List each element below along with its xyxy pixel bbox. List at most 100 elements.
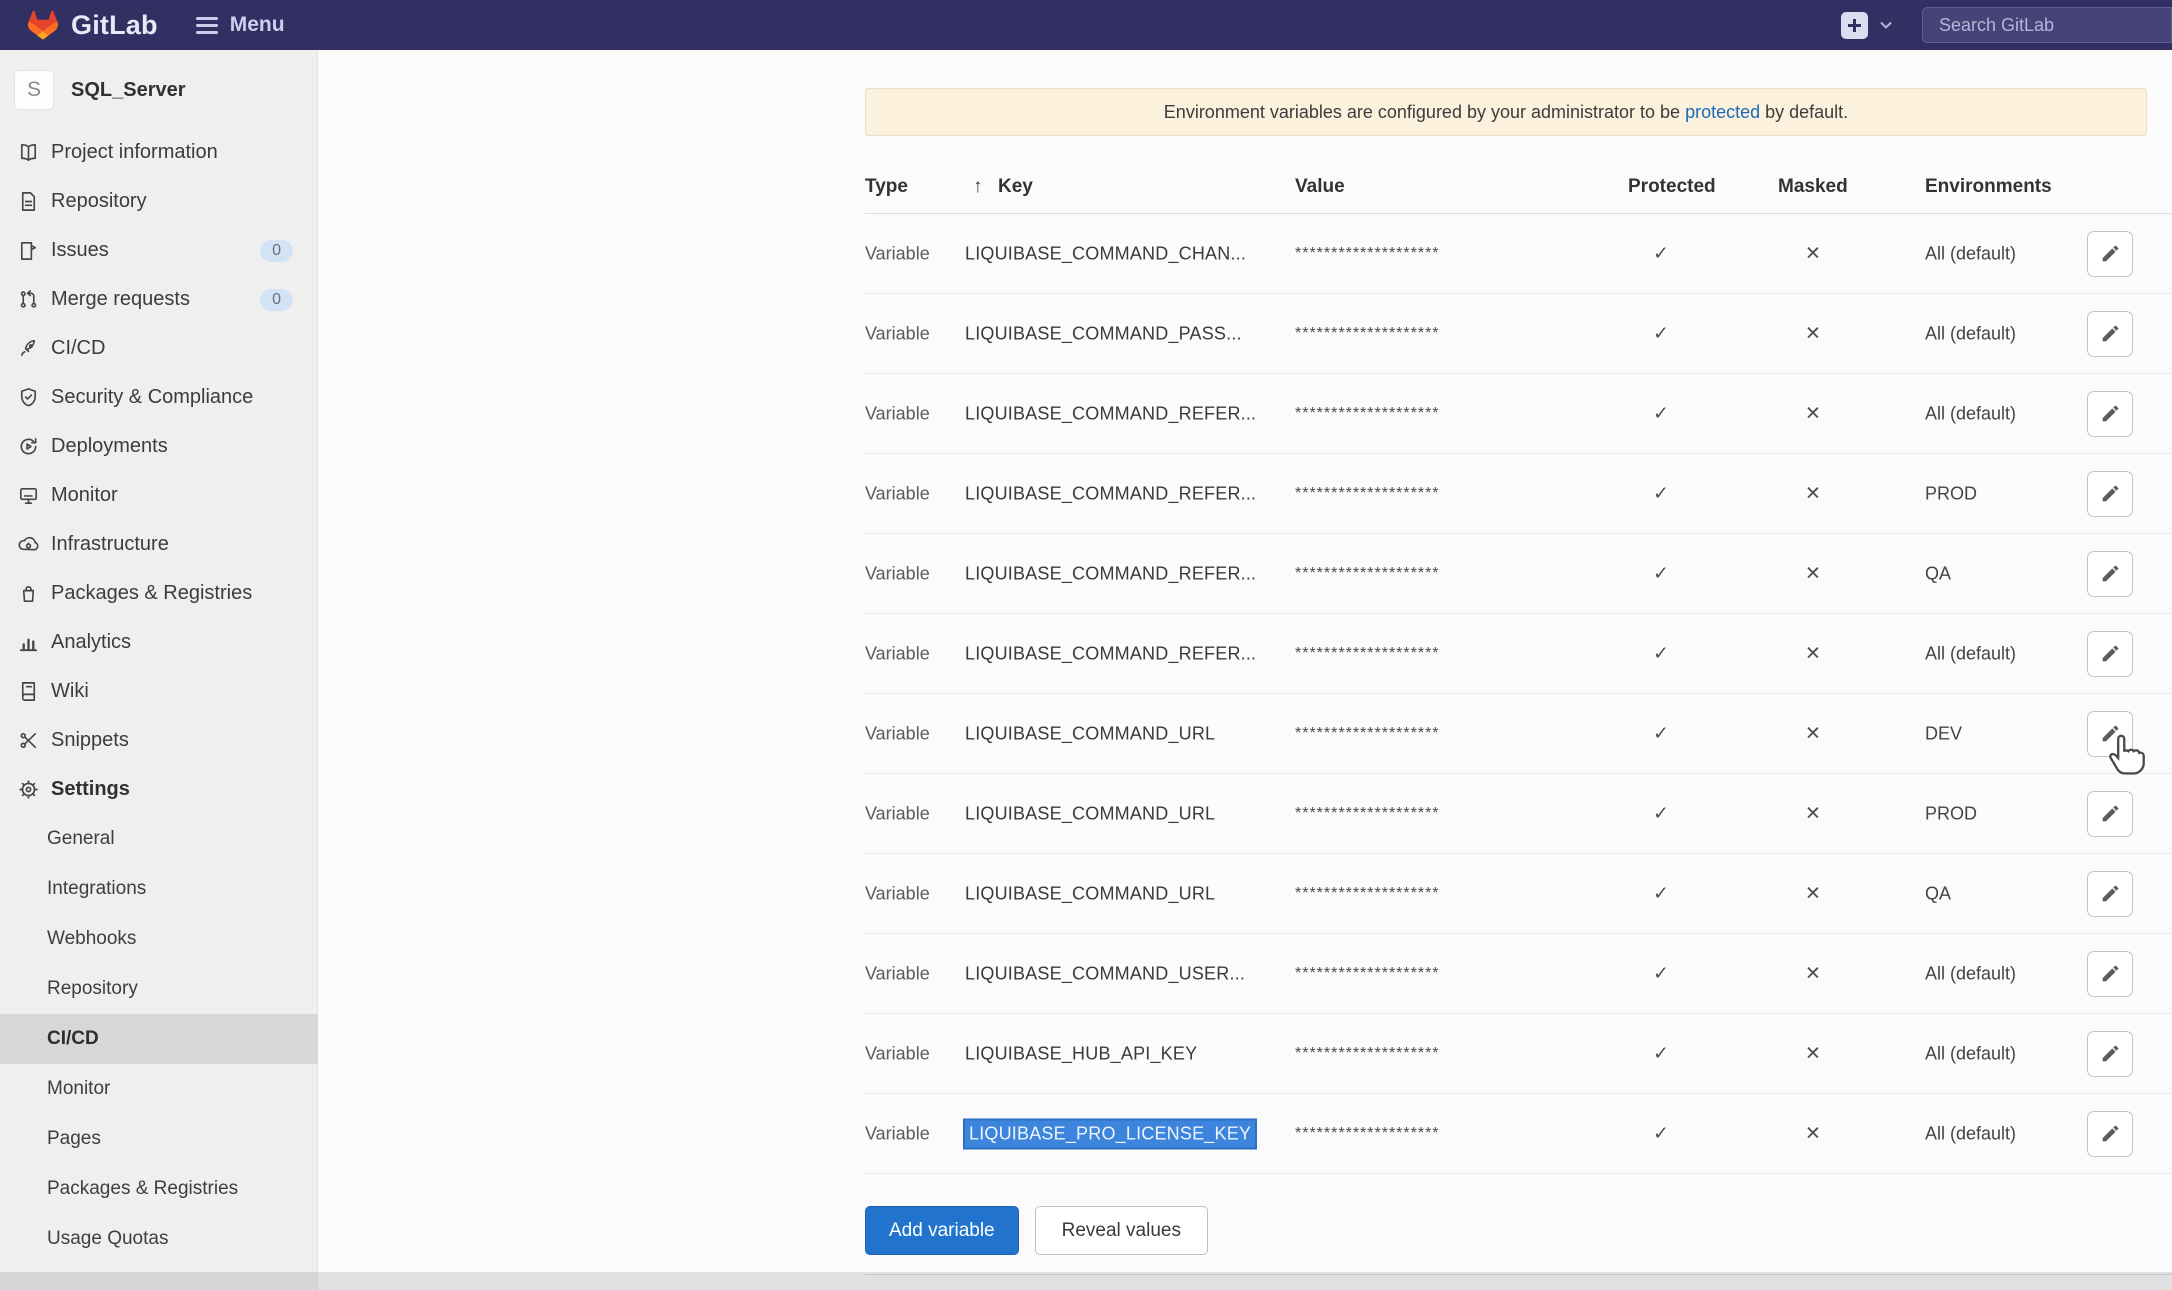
column-header-protected: Protected bbox=[1628, 176, 1716, 198]
edit-variable-button[interactable] bbox=[2087, 1031, 2133, 1077]
sidebar-subitem-ci-cd[interactable]: CI/CD bbox=[0, 1014, 318, 1064]
column-header-environments: Environments bbox=[1925, 176, 2052, 198]
column-header-type: Type bbox=[865, 176, 908, 198]
main-content: Environment variables are configured by … bbox=[319, 50, 2172, 1290]
sidebar-subitem-label: Usage Quotas bbox=[47, 1228, 168, 1250]
snippets-icon bbox=[16, 729, 40, 753]
edit-variable-button[interactable] bbox=[2087, 231, 2133, 277]
sidebar-item-label: CI/CD bbox=[51, 337, 105, 360]
sidebar-subitem-monitor[interactable]: Monitor bbox=[0, 1064, 318, 1114]
variable-key-cell: LIQUIBASE_HUB_API_KEY bbox=[965, 1043, 1197, 1064]
variable-type-cell: Variable bbox=[865, 1123, 930, 1144]
variable-type-cell: Variable bbox=[865, 1043, 930, 1064]
sidebar-item-label: Security & Compliance bbox=[51, 386, 253, 409]
sidebar-item-wiki[interactable]: Wiki bbox=[0, 667, 318, 716]
sidebar-item-label: Snippets bbox=[51, 729, 129, 752]
protected-check-icon: ✓ bbox=[1641, 482, 1681, 505]
reveal-values-button[interactable]: Reveal values bbox=[1035, 1206, 1208, 1255]
gitlab-logo[interactable]: GitLab bbox=[28, 10, 158, 41]
edit-variable-button[interactable] bbox=[2087, 391, 2133, 437]
chevron-down-icon[interactable] bbox=[1878, 17, 1894, 33]
variable-type-cell: Variable bbox=[865, 723, 930, 744]
sidebar-subitem-packages-registries[interactable]: Packages & Registries bbox=[0, 1164, 318, 1214]
variable-key-cell: LIQUIBASE_PRO_LICENSE_KEY bbox=[965, 1120, 1255, 1147]
variable-row: VariableLIQUIBASE_COMMAND_REFER...******… bbox=[865, 454, 2172, 534]
search-input[interactable] bbox=[1922, 7, 2172, 43]
sidebar-item-monitor[interactable]: Monitor bbox=[0, 471, 318, 520]
variable-row: VariableLIQUIBASE_COMMAND_URL***********… bbox=[865, 854, 2172, 934]
sidebar-item-infrastructure[interactable]: Infrastructure bbox=[0, 520, 318, 569]
variable-masked-value-cell: ******************** bbox=[1295, 325, 1440, 343]
edit-variable-button[interactable] bbox=[2087, 711, 2133, 757]
sidebar-item-label: Wiki bbox=[51, 680, 89, 703]
sidebar-item-merge-requests[interactable]: Merge requests0 bbox=[0, 275, 318, 324]
edit-variable-button[interactable] bbox=[2087, 1111, 2133, 1157]
protected-check-icon: ✓ bbox=[1641, 1042, 1681, 1065]
variable-key-cell: LIQUIBASE_COMMAND_REFER... bbox=[965, 483, 1256, 504]
new-item-plus-button[interactable] bbox=[1841, 12, 1868, 39]
masked-cross-icon: ✕ bbox=[1793, 722, 1833, 745]
environments-cell: All (default) bbox=[1925, 403, 2016, 424]
masked-cross-icon: ✕ bbox=[1793, 1042, 1833, 1065]
sidebar-item-security-compliance[interactable]: Security & Compliance bbox=[0, 373, 318, 422]
sidebar-item-ci-cd[interactable]: CI/CD bbox=[0, 324, 318, 373]
sidebar-subitem-general[interactable]: General bbox=[0, 814, 318, 864]
sidebar-item-repository[interactable]: Repository bbox=[0, 177, 318, 226]
sidebar-subitem-repository[interactable]: Repository bbox=[0, 964, 318, 1014]
edit-variable-button[interactable] bbox=[2087, 791, 2133, 837]
wiki-icon bbox=[16, 680, 40, 704]
column-header-value: Value bbox=[1295, 176, 1345, 198]
gitlab-wordmark: GitLab bbox=[71, 10, 158, 41]
edit-variable-button[interactable] bbox=[2087, 951, 2133, 997]
menu-button[interactable]: Menu bbox=[196, 13, 285, 38]
protected-check-icon: ✓ bbox=[1641, 562, 1681, 585]
sidebar-item-label: Project information bbox=[51, 141, 218, 164]
variable-type-cell: Variable bbox=[865, 403, 930, 424]
environments-cell: QA bbox=[1925, 563, 1951, 584]
variable-row: VariableLIQUIBASE_COMMAND_URL***********… bbox=[865, 694, 2172, 774]
sidebar-subitem-usage-quotas[interactable]: Usage Quotas bbox=[0, 1214, 318, 1264]
sidebar-item-snippets[interactable]: Snippets bbox=[0, 716, 318, 765]
add-variable-button[interactable]: Add variable bbox=[865, 1206, 1019, 1255]
sidebar-subitem-label: CI/CD bbox=[47, 1028, 99, 1050]
edit-variable-button[interactable] bbox=[2087, 311, 2133, 357]
sidebar-item-project-information[interactable]: Project information bbox=[0, 128, 318, 177]
sidebar-item-packages-registries[interactable]: Packages & Registries bbox=[0, 569, 318, 618]
sidebar-subitem-label: Pages bbox=[47, 1128, 101, 1150]
masked-cross-icon: ✕ bbox=[1793, 642, 1833, 665]
sidebar-project-link[interactable]: S SQL_Server bbox=[0, 64, 318, 116]
masked-cross-icon: ✕ bbox=[1793, 1122, 1833, 1145]
protected-link[interactable]: protected bbox=[1685, 102, 1760, 122]
column-header-key[interactable]: Key bbox=[998, 176, 1033, 198]
column-header-masked: Masked bbox=[1778, 176, 1848, 198]
sidebar-subitem-pages[interactable]: Pages bbox=[0, 1114, 318, 1164]
environments-cell: PROD bbox=[1925, 803, 1977, 824]
protected-check-icon: ✓ bbox=[1641, 722, 1681, 745]
sidebar-item-analytics[interactable]: Analytics bbox=[0, 618, 318, 667]
edit-variable-button[interactable] bbox=[2087, 471, 2133, 517]
hamburger-icon bbox=[196, 13, 218, 38]
sidebar-item-issues[interactable]: Issues0 bbox=[0, 226, 318, 275]
variable-masked-value-cell: ******************** bbox=[1295, 885, 1440, 903]
sidebar-subitem-webhooks[interactable]: Webhooks bbox=[0, 914, 318, 964]
sidebar-subitem-label: Integrations bbox=[47, 878, 146, 900]
count-badge: 0 bbox=[260, 240, 293, 262]
sidebar-item-label: Settings bbox=[51, 778, 130, 801]
sidebar-item-settings[interactable]: Settings bbox=[0, 765, 318, 814]
deployments-icon bbox=[16, 435, 40, 459]
sidebar-subitem-integrations[interactable]: Integrations bbox=[0, 864, 318, 914]
protected-check-icon: ✓ bbox=[1641, 802, 1681, 825]
variable-row: VariableLIQUIBASE_COMMAND_CHAN...*******… bbox=[865, 214, 2172, 294]
variable-masked-value-cell: ******************** bbox=[1295, 725, 1440, 743]
menu-button-label: Menu bbox=[230, 13, 285, 37]
sidebar-item-deployments[interactable]: Deployments bbox=[0, 422, 318, 471]
protected-check-icon: ✓ bbox=[1641, 882, 1681, 905]
edit-variable-button[interactable] bbox=[2087, 871, 2133, 917]
edit-variable-button[interactable] bbox=[2087, 551, 2133, 597]
project-information-icon bbox=[16, 141, 40, 165]
sidebar-subitem-label: Packages & Registries bbox=[47, 1178, 238, 1200]
variable-masked-value-cell: ******************** bbox=[1295, 565, 1440, 583]
edit-variable-button[interactable] bbox=[2087, 631, 2133, 677]
variable-masked-value-cell: ******************** bbox=[1295, 645, 1440, 663]
project-avatar: S bbox=[14, 70, 54, 110]
